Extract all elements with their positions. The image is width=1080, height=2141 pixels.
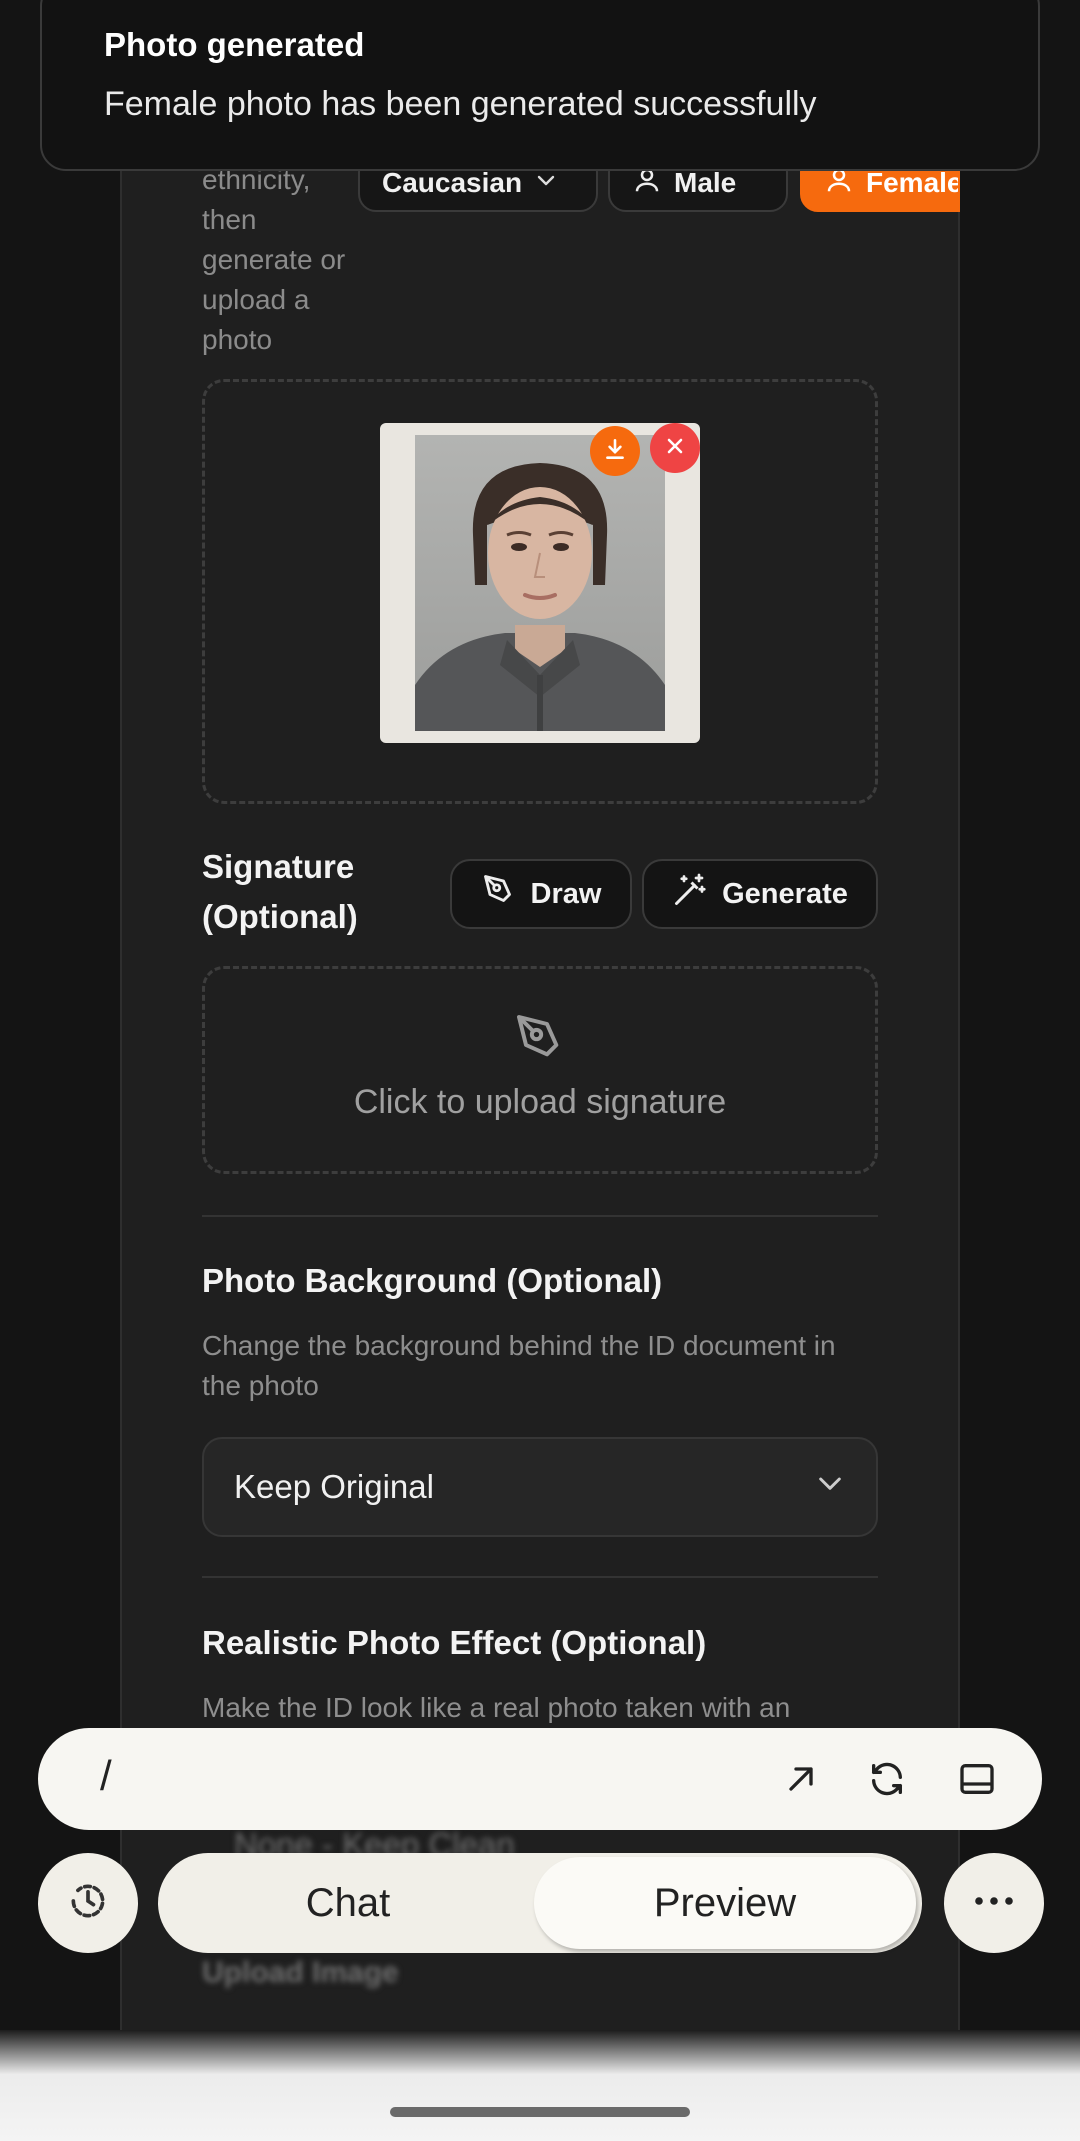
generate-signature-button[interactable]: Generate (642, 859, 878, 929)
portrait-image (415, 435, 665, 731)
draw-label: Draw (530, 877, 602, 910)
bottom-system-area (0, 2030, 1080, 2141)
upload-image-label: Upload Image (202, 1956, 399, 1989)
toast-title: Photo generated (104, 26, 365, 63)
photo-background-title: Photo Background (Optional) (202, 1262, 663, 1299)
background-select-value: Keep Original (234, 1468, 434, 1505)
panel-layout-icon[interactable] (952, 1754, 1002, 1804)
tab-chat[interactable]: Chat (158, 1853, 538, 1953)
more-options-button[interactable] (944, 1853, 1044, 1953)
toast-notification: Photo generated Female photo has been ge… (40, 0, 1040, 171)
realistic-effect-description: Make the ID look like a real photo taken… (202, 1692, 791, 1723)
chevron-down-icon (534, 167, 558, 199)
magic-wand-icon (672, 872, 708, 916)
divider (202, 1576, 878, 1578)
draw-signature-button[interactable]: Draw (450, 859, 632, 929)
home-indicator[interactable] (390, 2107, 690, 2117)
command-input[interactable]: / (100, 1752, 112, 1800)
download-photo-button[interactable] (590, 426, 640, 476)
signature-title: Signature (Optional) (202, 848, 358, 935)
chevron-down-icon (814, 1467, 846, 1507)
upload-signature-label: Click to upload signature (353, 1083, 727, 1121)
close-icon (663, 434, 687, 463)
history-button[interactable] (38, 1853, 138, 1953)
divider (202, 1215, 878, 1217)
generated-photo (380, 423, 700, 743)
more-icon (972, 1894, 1016, 1913)
view-switcher: Chat Preview (158, 1853, 922, 1953)
download-icon (602, 436, 628, 467)
photo-intro-text: ethnicity, then generate or upload a pho… (202, 164, 346, 355)
generate-label: Generate (722, 877, 848, 910)
refresh-icon[interactable] (862, 1754, 912, 1804)
toast-message: Female photo has been generated successf… (104, 85, 817, 123)
pen-tool-icon (481, 872, 517, 916)
command-bar[interactable]: / (38, 1728, 1042, 1830)
ethnicity-value: Caucasian (382, 167, 523, 198)
photo-background-description: Change the background behind the ID docu… (202, 1330, 836, 1401)
female-label: Female (866, 167, 960, 198)
realistic-effect-title: Realistic Photo Effect (Optional) (202, 1624, 707, 1661)
open-external-icon[interactable] (776, 1754, 826, 1804)
background-select[interactable]: Keep Original (202, 1437, 878, 1537)
pen-tool-icon (512, 1010, 568, 1071)
male-label: Male (674, 167, 737, 198)
history-icon (66, 1879, 110, 1928)
tab-preview[interactable]: Preview (534, 1853, 916, 1953)
remove-photo-button[interactable] (650, 423, 700, 473)
